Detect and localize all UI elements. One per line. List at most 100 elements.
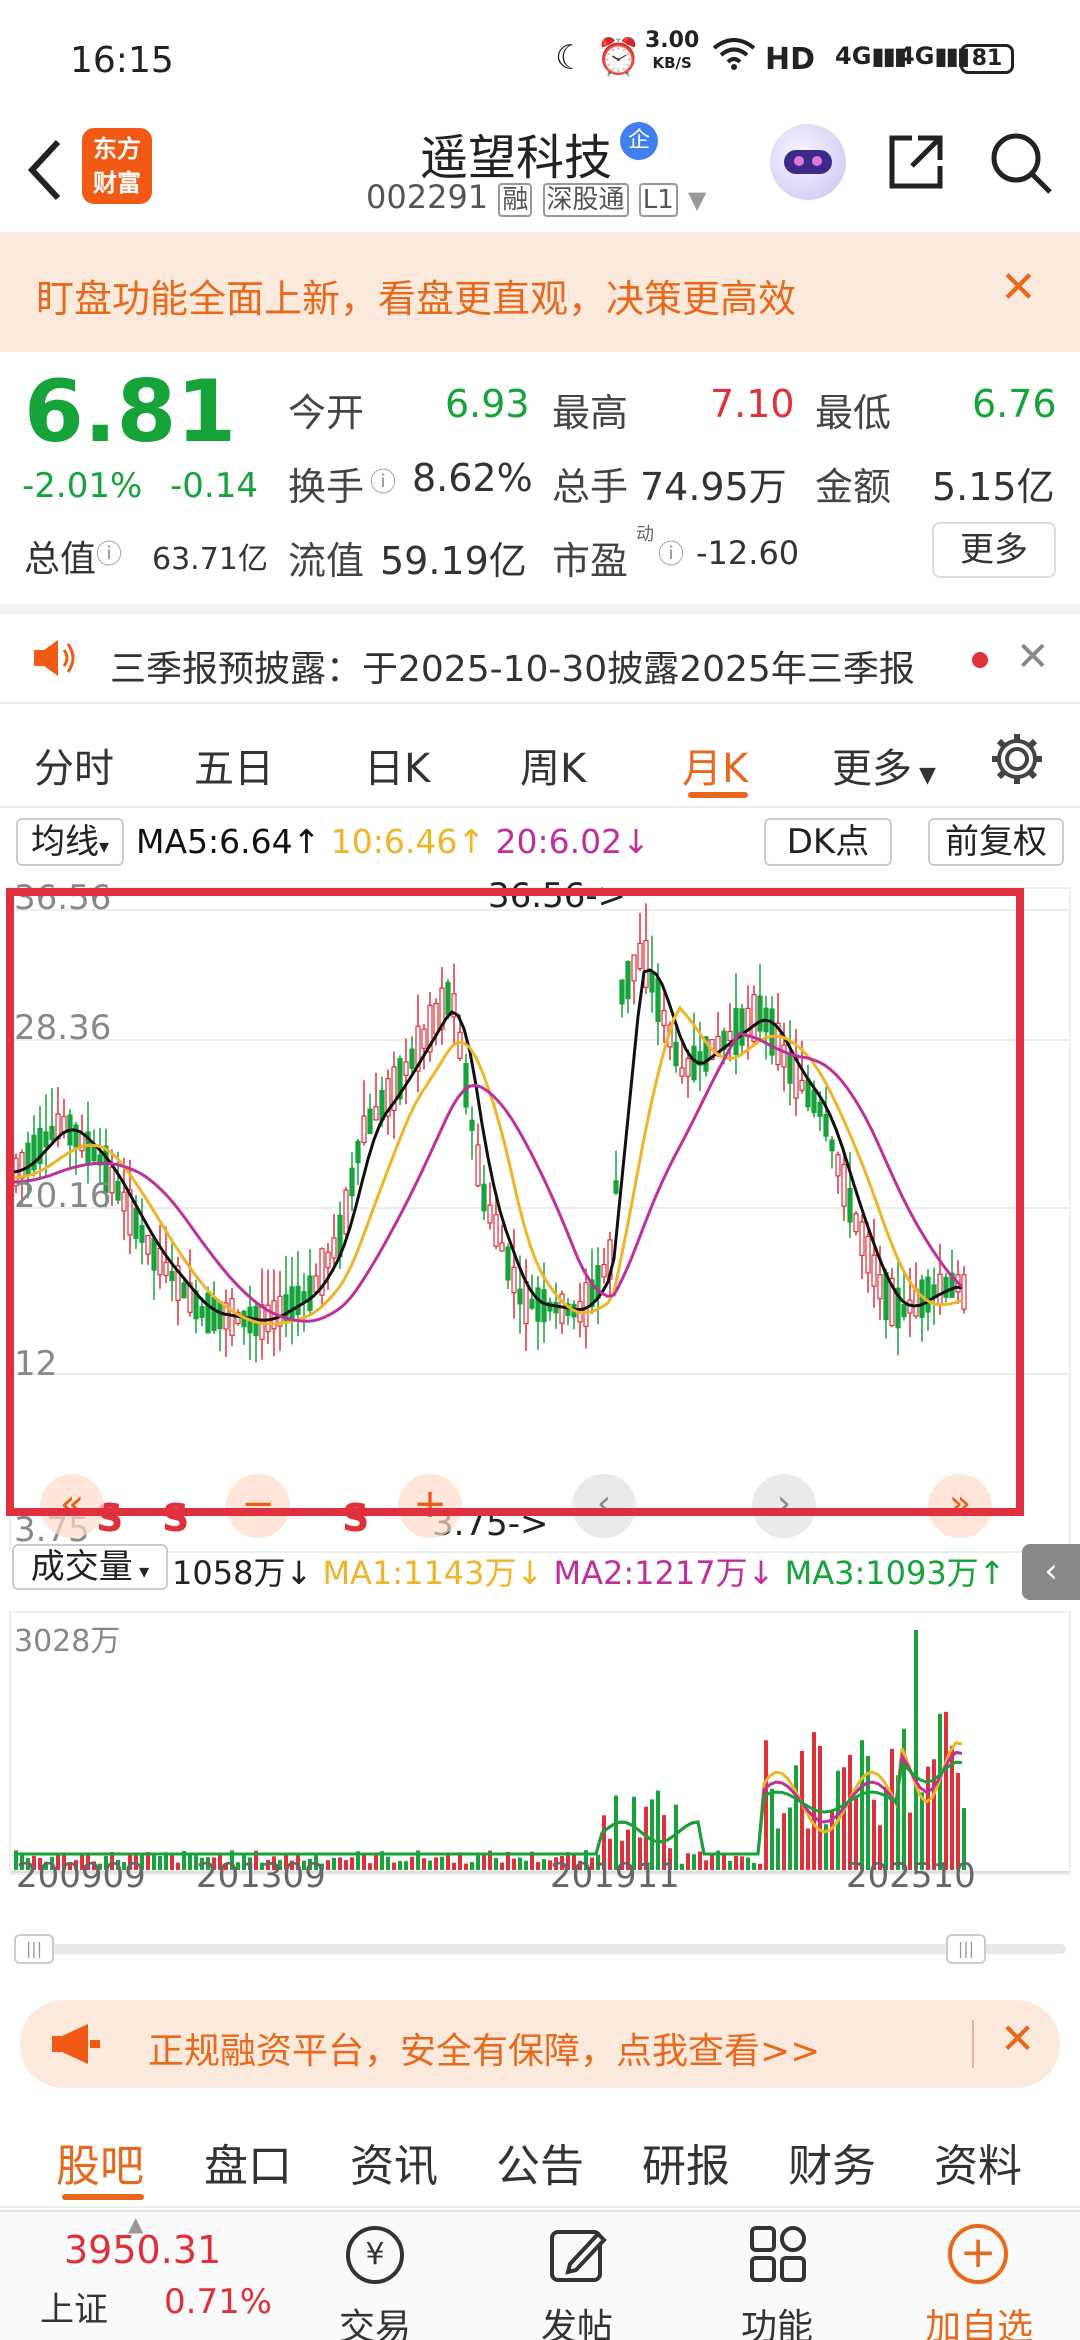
volume-bar <box>890 1748 894 1870</box>
info-icon[interactable]: ⓘ <box>658 534 684 571</box>
volume-bar <box>338 1857 342 1870</box>
range-handle-left[interactable]: ||| <box>14 1934 54 1964</box>
volume-bar <box>536 1862 540 1870</box>
collapse-panel-icon[interactable]: ‹ <box>1022 1544 1080 1600</box>
change-pct: -2.01% <box>22 466 143 506</box>
x-label: 202510 <box>846 1856 976 1896</box>
search-icon[interactable] <box>988 130 1054 200</box>
tab-intraday[interactable]: 分时 <box>34 736 114 794</box>
volume-bar <box>800 1750 804 1870</box>
pe-label: 市盈 <box>552 539 629 583</box>
tab-announcements[interactable]: 公告 <box>496 2130 584 2194</box>
index-value[interactable]: 3950.31 <box>64 2228 221 2272</box>
change-value: -0.14 <box>170 466 258 506</box>
volume-bar <box>512 1858 516 1870</box>
tab-five-day[interactable]: 五日 <box>194 736 274 794</box>
volume-bar <box>728 1860 732 1870</box>
tab-news[interactable]: 资讯 <box>350 2130 438 2194</box>
dropdown-icon[interactable]: ▼ <box>688 186 706 214</box>
volume-ma-values: 1058万↓ MA1:1143万↓ MA2:1217万↓ MA3:1093万↑ <box>172 1548 1006 1594</box>
ma-values: MA5:6.64↑ 10:6.46↑ 20:6.02↓ <box>136 822 650 861</box>
tag-margin: 融 <box>498 183 533 217</box>
content-tabs: 股吧 盘口 资讯 公告 研报 财务 资料 <box>0 2108 1080 2208</box>
active-tab-indicator <box>62 2194 144 2200</box>
stock-code-row: 002291 融 深股通 L1 ▼ <box>366 178 706 217</box>
nav-trade[interactable]: ¥ 交易 <box>310 2212 440 2340</box>
volume-selector[interactable]: 成交量 ▾ <box>12 1544 168 1590</box>
volume-bar <box>404 1861 408 1870</box>
volume-bar <box>710 1853 714 1870</box>
bottom-nav: ▲ 3950.31 上证 0.71% ¥ 交易 发帖 功能 + 加自选 <box>0 2210 1080 2340</box>
volume-bar <box>386 1856 390 1870</box>
highlight-box <box>6 888 1024 1516</box>
volume-bar <box>698 1851 702 1870</box>
tab-more[interactable]: 更多 ▼ <box>832 736 936 794</box>
close-icon[interactable]: ✕ <box>1000 262 1037 313</box>
status-time: 16:15 <box>70 40 174 81</box>
ma-selector[interactable]: 均线▾ <box>16 818 124 866</box>
vma1-value: MA1:1143万↓ <box>322 1554 544 1592</box>
more-button[interactable]: 更多 <box>932 522 1056 578</box>
tab-guba[interactable]: 股吧 <box>56 2130 144 2194</box>
tab-finance[interactable]: 财务 <box>788 2130 876 2194</box>
feature-banner[interactable]: 盯盘功能全面上新，看盘更直观，决策更高效 ✕ <box>0 232 1080 352</box>
volume-bar <box>542 1859 546 1870</box>
volume-bar <box>752 1862 756 1870</box>
volume-bar <box>428 1860 432 1870</box>
tab-weekly-k[interactable]: 周K <box>520 736 586 794</box>
volume-bar <box>524 1860 528 1870</box>
range-slider-track[interactable] <box>14 1944 1066 1954</box>
status-bar: 16:15 ☾ ⏰ 3.00 KB/S HD 4G▮▮▮ 4G▮▮▮ 81 <box>0 0 1080 110</box>
index-pct: 0.71% <box>164 2282 273 2322</box>
wifi-icon <box>712 38 756 78</box>
net-speed: 3.00 KB/S <box>645 28 700 73</box>
dk-point-button[interactable]: DK点 <box>764 818 892 866</box>
megaphone-icon <box>48 2020 102 2072</box>
volume-bar <box>422 1858 426 1870</box>
volume-bar <box>170 1854 174 1870</box>
speaker-icon <box>30 636 78 684</box>
vma3-value: MA3:1093万↑ <box>784 1554 1006 1592</box>
gear-icon[interactable] <box>988 730 1046 792</box>
x-label: 201309 <box>196 1856 326 1896</box>
nav-functions[interactable]: 功能 <box>712 2212 842 2340</box>
info-icon[interactable]: ⓘ <box>96 534 122 571</box>
tab-research[interactable]: 研报 <box>642 2130 730 2194</box>
x-label: 200909 <box>16 1856 146 1896</box>
volume-bar <box>704 1860 708 1870</box>
tab-monthly-k[interactable]: 月K <box>682 736 748 794</box>
volume-bar <box>410 1856 414 1870</box>
volume-bar <box>938 1713 942 1870</box>
nav-functions-label: 功能 <box>740 2307 813 2340</box>
volume-value: 1058万↓ <box>172 1554 313 1592</box>
nav-add-watchlist[interactable]: + 加自选 <box>914 2212 1044 2340</box>
low-label: 最低 <box>815 391 892 435</box>
close-icon[interactable]: ✕ <box>1000 2014 1035 2063</box>
volume-bar <box>440 1856 444 1870</box>
adjust-mode-button[interactable]: 前复权 <box>928 818 1064 866</box>
kline-chart-area: 均线▾ MA5:6.64↑ 10:6.46↑ 20:6.02↓ DK点 前复权 … <box>0 810 1080 1964</box>
volume-bar <box>398 1860 402 1870</box>
tab-profile[interactable]: 资料 <box>934 2130 1022 2194</box>
volume-bar <box>758 1863 762 1870</box>
back-icon[interactable] <box>18 130 78 210</box>
assistant-avatar[interactable] <box>770 124 846 200</box>
range-handle-right[interactable]: ||| <box>946 1934 986 1964</box>
finance-banner[interactable]: 正规融资平台，安全有保障，点我查看>> ✕ <box>20 2000 1060 2088</box>
volume-bar <box>452 1862 456 1870</box>
nav-post[interactable]: 发帖 <box>512 2212 642 2340</box>
chart-period-tabs: 分时 五日 日K 周K 月K 更多 ▼ <box>0 708 1080 808</box>
mktcap-label: 总值 <box>24 539 97 580</box>
float-value: 59.19亿 <box>380 539 527 583</box>
tab-daily-k[interactable]: 日K <box>364 736 430 794</box>
ma5-value: MA5:6.64↑ <box>136 822 321 861</box>
volume-bar <box>746 1857 750 1870</box>
share-icon[interactable] <box>884 130 948 198</box>
notice-bar[interactable]: 三季报预披露：于2025-10-30披露2025年三季报 ✕ <box>0 604 1080 704</box>
high-value: 7.10 <box>710 382 795 426</box>
turnover-label: 换手 <box>288 465 365 509</box>
info-icon[interactable]: ⓘ <box>370 462 396 499</box>
close-icon[interactable]: ✕ <box>1016 634 1050 680</box>
volume-bar <box>176 1862 180 1870</box>
tab-pankou[interactable]: 盘口 <box>204 2130 292 2194</box>
